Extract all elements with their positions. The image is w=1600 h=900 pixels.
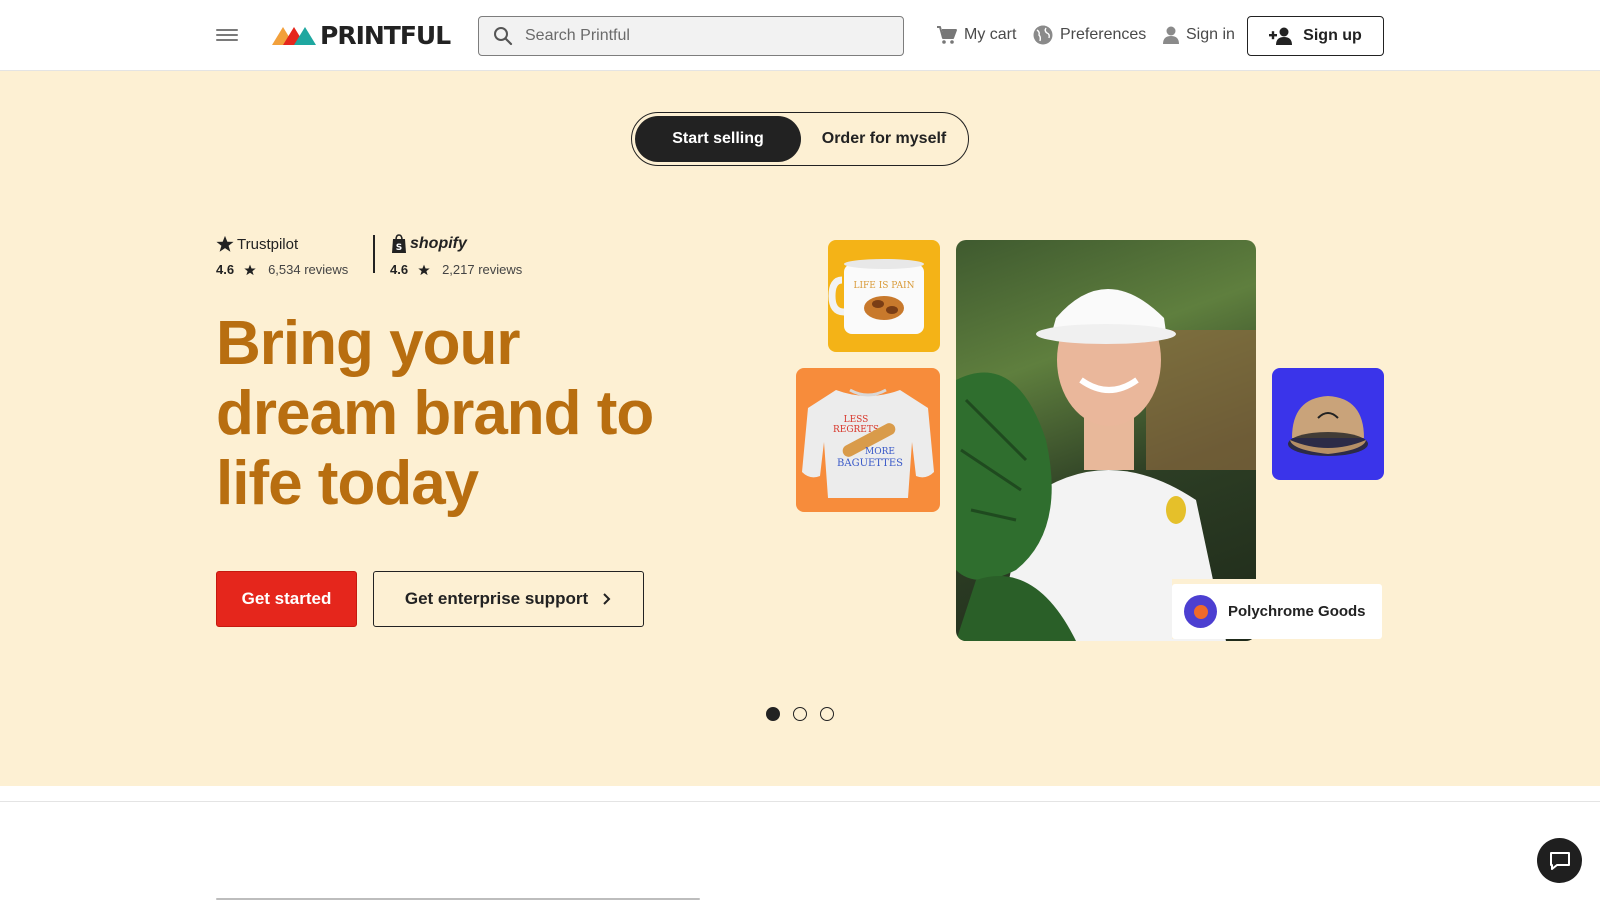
search-icon xyxy=(494,27,513,46)
preferences-link[interactable]: Preferences xyxy=(1032,22,1146,48)
site-header: PRINTFUL My cart Preferences Sign in xyxy=(0,0,1600,71)
mug-product-image: LIFE IS PAIN xyxy=(828,240,940,352)
shopify-label: shopify xyxy=(410,235,467,252)
shop-avatar xyxy=(1184,595,1217,628)
headline-line: Bring your xyxy=(216,309,520,378)
logo-text: PRINTFUL xyxy=(320,20,451,50)
shopify-bag-icon: S xyxy=(392,234,406,253)
chat-icon xyxy=(1549,851,1570,870)
chat-button[interactable] xyxy=(1537,838,1582,883)
rating-divider xyxy=(373,235,375,273)
section-divider xyxy=(0,801,1600,802)
carousel-dot-3[interactable] xyxy=(820,707,834,721)
printful-logo-mark-icon xyxy=(272,27,316,45)
shopify-rating[interactable]: S shopify 4.6 2,217 reviews xyxy=(390,232,522,277)
shop-card[interactable]: Polychrome Goods xyxy=(1172,584,1382,639)
signup-button[interactable]: Sign up xyxy=(1247,16,1384,56)
chevron-right-icon xyxy=(603,593,611,605)
shopify-reviews: 2,217 reviews xyxy=(442,262,523,277)
hat-illustration xyxy=(1288,396,1368,456)
mug-illustration: LIFE IS PAIN xyxy=(828,259,924,334)
signup-label: Sign up xyxy=(1303,27,1362,44)
hamburger-icon[interactable] xyxy=(216,26,238,44)
shop-name: Polychrome Goods xyxy=(1228,603,1366,620)
enterprise-support-button[interactable]: Get enterprise support xyxy=(373,571,644,627)
search-input[interactable] xyxy=(525,27,885,45)
user-icon xyxy=(1163,26,1179,44)
trustpilot-score: 4.6 xyxy=(216,262,235,277)
mug-text: LIFE IS PAIN xyxy=(854,281,915,291)
get-started-button[interactable]: Get started xyxy=(216,571,357,627)
globe-icon xyxy=(1033,25,1053,45)
enterprise-support-label: Get enterprise support xyxy=(404,589,589,608)
carousel-dots xyxy=(766,707,847,721)
carousel-dot-2[interactable] xyxy=(793,707,807,721)
search-box[interactable] xyxy=(478,16,904,56)
preferences-label: Preferences xyxy=(1060,26,1147,43)
cart-icon xyxy=(937,26,957,44)
audience-toggle: Start selling Order for myself xyxy=(631,112,969,166)
trustpilot-reviews: 6,534 reviews xyxy=(268,262,349,277)
star-icon xyxy=(418,264,430,275)
cart-label: My cart xyxy=(964,26,1017,43)
trustpilot-label: Trustpilot xyxy=(237,235,299,253)
trustpilot-star-icon xyxy=(216,235,234,252)
toggle-start-selling[interactable]: Start selling xyxy=(635,116,801,162)
shopify-brand: S shopify xyxy=(390,232,522,256)
trustpilot-rating[interactable]: Trustpilot 4.6 6,534 reviews xyxy=(216,232,349,278)
hero-headline: Bring your dream brand to life today xyxy=(216,309,696,519)
star-icon xyxy=(244,264,256,275)
signin-label: Sign in xyxy=(1186,26,1235,43)
headline-line: life today xyxy=(216,449,479,518)
carousel-dot-1[interactable] xyxy=(766,707,780,721)
toggle-order-for-myself[interactable]: Order for myself xyxy=(802,116,966,162)
logo[interactable]: PRINTFUL xyxy=(272,20,451,50)
hat-product-image xyxy=(1272,368,1384,480)
add-user-icon xyxy=(1269,27,1293,45)
svg-text:S: S xyxy=(396,243,402,253)
shopify-score: 4.6 xyxy=(390,262,409,277)
sweatshirt-illustration: LESS REGRETS MORE BAGUETTES xyxy=(802,388,934,498)
headline-line: dream brand to xyxy=(216,379,654,448)
sweatshirt-text: LESS xyxy=(844,415,869,425)
sweatshirt-text: BAGUETTES xyxy=(837,458,903,469)
sweatshirt-product-image: LESS REGRETS MORE BAGUETTES xyxy=(796,368,940,512)
cart-link[interactable]: My cart xyxy=(936,22,1016,48)
trustpilot-brand: Trustpilot xyxy=(216,232,348,256)
hero-section: Start selling Order for myself Trustpilo… xyxy=(0,71,1600,786)
sweatshirt-text: MORE xyxy=(865,447,895,457)
signin-link[interactable]: Sign in xyxy=(1162,22,1235,48)
